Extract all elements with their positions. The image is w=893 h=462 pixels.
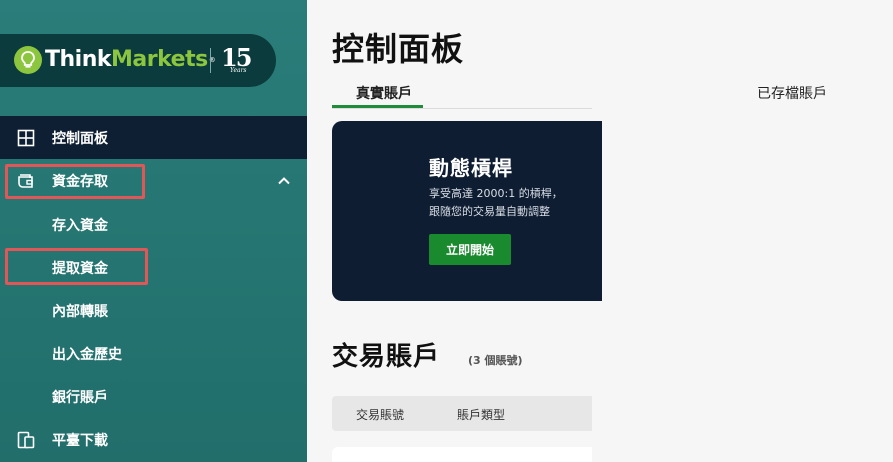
sidebar-subitem-label: 出入金歷史 — [52, 346, 122, 363]
accounts-table-header: 交易賬號 賬戶類型 — [332, 396, 592, 431]
accounts-section-title: 交易賬戶 — [332, 342, 441, 372]
sidebar-subitem-internal-transfer[interactable]: 內部轉賬 — [0, 289, 307, 332]
highlight-withdraw — [5, 248, 148, 285]
logo-divider — [210, 48, 211, 73]
anniversary-word: Years — [230, 67, 247, 74]
sidebar-item-dashboard[interactable]: 控制面板 — [0, 116, 307, 159]
column-header-account-type[interactable]: 賬戶類型 — [457, 406, 505, 423]
chevron-up-icon[interactable] — [276, 173, 292, 189]
sidebar-subitem-history[interactable]: 出入金歷史 — [0, 332, 307, 375]
sidebar-subitem-label: 銀行賬戶 — [52, 389, 108, 406]
promo-description-line1: 享受高達 2000:1 的槓桿， — [429, 187, 563, 200]
sidebar-subitem-bank-accounts[interactable]: 銀行賬戶 — [0, 375, 307, 418]
accounts-count: (3 個賬號) — [468, 354, 523, 367]
sidebar-subitem-label: 內部轉賬 — [52, 303, 108, 320]
dashboard-grid-icon — [17, 129, 35, 147]
start-now-button[interactable]: 立即開始 — [429, 234, 511, 265]
sidebar-subitem-deposit[interactable]: 存入資金 — [0, 203, 307, 246]
sidebar-item-label: 平臺下載 — [52, 432, 108, 449]
promo-card: 動態槓桿 享受高達 2000:1 的槓桿， 跟隨您的交易量自動調整 立即開始 — [332, 121, 602, 301]
tab-archived-accounts[interactable]: 已存檔賬戶 — [757, 83, 827, 103]
page-title: 控制面板 — [332, 30, 465, 68]
highlight-funds — [5, 164, 145, 199]
download-devices-icon — [17, 431, 35, 449]
brand-name: ThinkMarkets® — [45, 47, 216, 72]
column-header-account-number[interactable]: 交易賬號 — [356, 406, 404, 423]
tab-live-accounts[interactable]: 真實賬戶 — [356, 83, 412, 103]
lightbulb-icon — [14, 46, 42, 74]
promo-title: 動態槓桿 — [429, 156, 513, 180]
promo-description-line2: 跟隨您的交易量自動調整 — [429, 205, 550, 218]
sidebar-item-platform-download[interactable]: 平臺下載 — [0, 418, 307, 461]
sidebar: ThinkMarkets® 15 Years 控制面板 資金存取 存入資金 提取… — [0, 0, 307, 462]
sidebar-subitem-label: 存入資金 — [52, 217, 108, 234]
table-row[interactable] — [332, 447, 592, 462]
tab-divider — [332, 108, 592, 109]
brand-logo[interactable]: ThinkMarkets® 15 Years — [0, 34, 276, 87]
tab-active-indicator — [332, 105, 423, 108]
sidebar-item-label: 控制面板 — [52, 130, 108, 147]
